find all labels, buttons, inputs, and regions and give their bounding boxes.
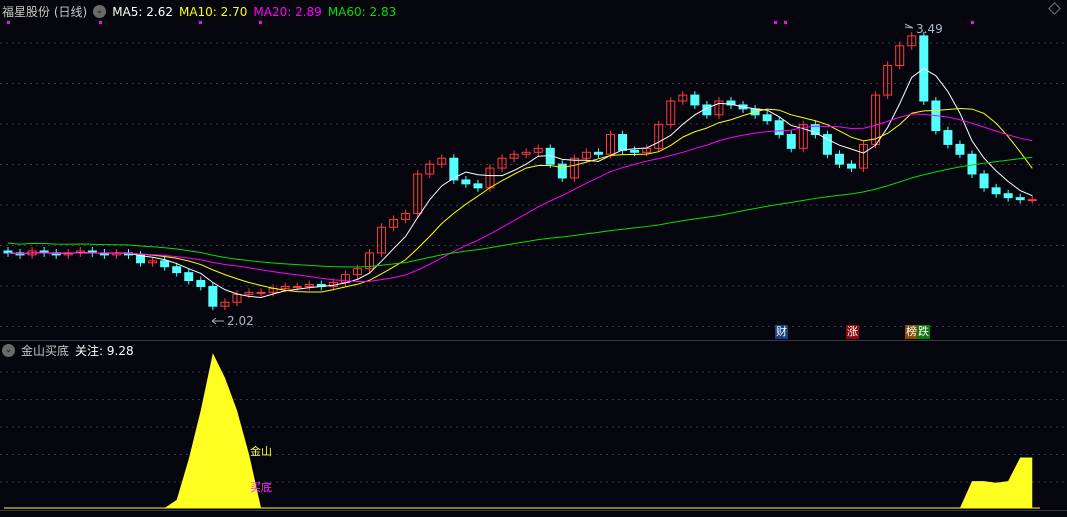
candle-body (618, 134, 628, 151)
candle-body (847, 163, 856, 169)
low-arrow-icon (211, 317, 224, 325)
candle-body (786, 134, 796, 149)
buy-label: 买底 (250, 481, 272, 494)
candle-body (630, 149, 640, 153)
candle-body (762, 114, 772, 122)
candle-body (991, 187, 1001, 195)
ma60-line (7, 156, 1033, 268)
marker-dot (971, 21, 974, 24)
candle-body (292, 285, 302, 288)
indicator-chart[interactable] (0, 340, 1067, 512)
price-chart[interactable] (0, 0, 1067, 340)
candle-body (774, 120, 784, 136)
marker-dot (259, 21, 262, 24)
event-badge[interactable]: 跌 (917, 325, 930, 339)
candle-body (593, 151, 603, 155)
candle-body (1015, 197, 1025, 201)
marker-dot (774, 21, 777, 24)
candle-body (208, 285, 218, 307)
candle-body (557, 163, 567, 179)
event-badge[interactable]: 涨 (846, 325, 859, 339)
candle-body (955, 143, 965, 155)
event-badge[interactable]: 财 (775, 325, 788, 339)
marker-dot (199, 21, 202, 24)
high-arrow-icon (904, 23, 914, 29)
candle-body (1027, 199, 1037, 202)
candle-body (473, 183, 483, 189)
candle-body (256, 291, 266, 294)
gold-label: 金山 (250, 445, 272, 458)
candle-body (184, 272, 194, 282)
candle-body (461, 179, 471, 185)
marker-dot (784, 21, 787, 24)
candle-body (1003, 193, 1013, 199)
indicator-area (8, 353, 1033, 508)
marker-dot (7, 21, 10, 24)
candle-body (172, 266, 182, 274)
candle-body (3, 250, 13, 254)
candle-body (979, 173, 989, 189)
candle-body (834, 153, 844, 165)
candle-body (196, 280, 206, 287)
panel-divider (0, 510, 1067, 511)
candle-body (943, 130, 953, 145)
marker-dot (99, 21, 102, 24)
low-price-label: 2.02 (227, 314, 254, 328)
high-price-label: 3.49 (916, 22, 943, 36)
candle-body (160, 260, 170, 268)
candle-body (690, 94, 700, 106)
